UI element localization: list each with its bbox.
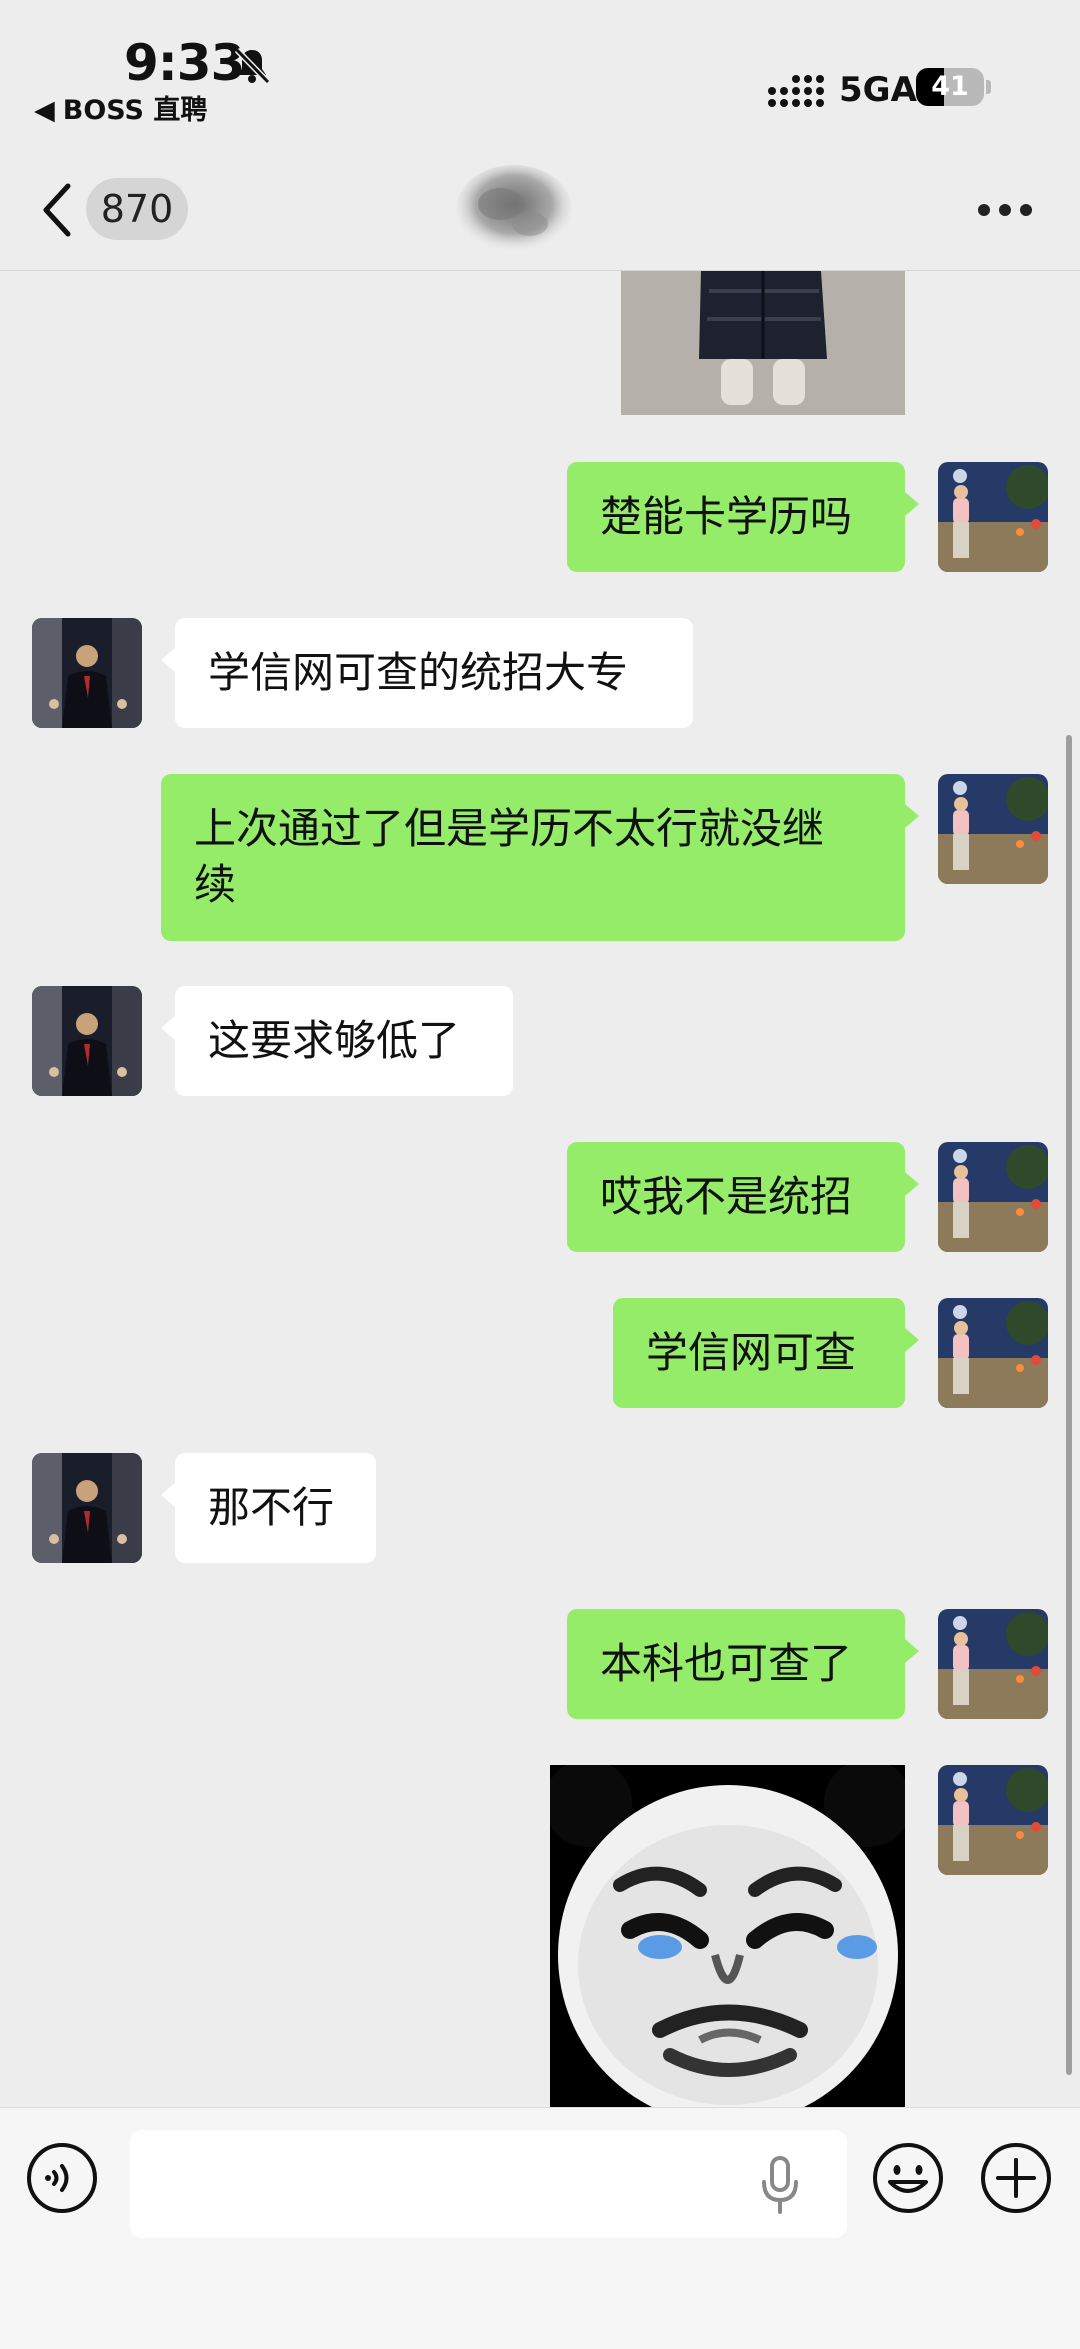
emoji-icon[interactable] bbox=[872, 2142, 944, 2214]
message-text: 上次通过了但是学历不太行就没继 续 bbox=[194, 804, 825, 909]
message-bubble-outgoing[interactable]: 本科也可查了 bbox=[567, 1609, 919, 1719]
message-bubble-incoming[interactable]: 这要求够低了 bbox=[161, 986, 513, 1096]
my-avatar[interactable] bbox=[938, 774, 1048, 884]
message-input[interactable] bbox=[130, 2130, 847, 2238]
photo-jacket-image bbox=[621, 271, 905, 415]
message-text: 哎我不是统招 bbox=[600, 1172, 853, 1221]
bell-slash-icon bbox=[234, 47, 271, 85]
message-image[interactable] bbox=[621, 271, 905, 415]
contact-title-avatar[interactable] bbox=[452, 154, 582, 264]
status-time: 9:33 bbox=[124, 34, 245, 92]
message-text: 学信网可查 bbox=[646, 1328, 857, 1377]
microphone-icon[interactable] bbox=[760, 2156, 800, 2214]
status-bar: 9:33 ◀ BOSS 直聘 5GA 41 bbox=[0, 0, 1080, 150]
input-bar bbox=[0, 2107, 1080, 2349]
panda-face-sticker[interactable] bbox=[544, 1759, 912, 2107]
back-triangle-icon: ◀ bbox=[34, 95, 55, 126]
message-text: 那不行 bbox=[208, 1483, 335, 1532]
battery-tip bbox=[986, 80, 991, 94]
plus-icon[interactable] bbox=[980, 2142, 1052, 2214]
contact-avatar[interactable] bbox=[32, 1453, 142, 1563]
message-text: 这要求够低了 bbox=[208, 1016, 461, 1065]
my-avatar[interactable] bbox=[938, 1765, 1048, 1875]
back-app-label: BOSS 直聘 bbox=[62, 95, 208, 126]
message-bubble-incoming[interactable]: 学信网可查的统招大专 bbox=[161, 618, 693, 728]
message-bubble-outgoing[interactable]: 楚能卡学历吗 bbox=[567, 462, 919, 572]
chat-scrollbar[interactable] bbox=[1066, 735, 1072, 2075]
unread-count-badge[interactable]: 870 bbox=[86, 178, 188, 240]
more-dots-icon[interactable] bbox=[978, 204, 1032, 218]
network-type: 5GA bbox=[839, 70, 917, 110]
back-chevron-icon[interactable] bbox=[38, 180, 78, 240]
battery-percent: 41 bbox=[931, 71, 969, 102]
back-to-app-link[interactable]: ◀ BOSS 直聘 bbox=[34, 88, 207, 127]
voice-icon[interactable] bbox=[26, 2142, 98, 2214]
battery-indicator: 41 bbox=[916, 68, 984, 106]
message-list[interactable]: 楚能卡学历吗 学信网可查的统招大专 上次通过了但是学历不太行就没继 续 这要求够… bbox=[0, 271, 1080, 2107]
signal-icon bbox=[768, 75, 824, 107]
my-avatar[interactable] bbox=[938, 1609, 1048, 1719]
my-avatar[interactable] bbox=[938, 1142, 1048, 1252]
message-text: 楚能卡学历吗 bbox=[600, 492, 853, 541]
message-bubble-outgoing[interactable]: 哎我不是统招 bbox=[567, 1142, 919, 1252]
my-avatar[interactable] bbox=[938, 1298, 1048, 1408]
my-avatar[interactable] bbox=[938, 462, 1048, 572]
message-bubble-outgoing[interactable]: 学信网可查 bbox=[613, 1298, 919, 1408]
message-text: 本科也可查了 bbox=[600, 1639, 853, 1688]
chat-header: 870 bbox=[0, 150, 1080, 271]
message-bubble-incoming[interactable]: 那不行 bbox=[161, 1453, 376, 1563]
message-text: 学信网可查的统招大专 bbox=[208, 648, 629, 697]
message-bubble-outgoing[interactable]: 上次通过了但是学历不太行就没继 续 bbox=[161, 774, 919, 941]
contact-avatar[interactable] bbox=[32, 986, 142, 1096]
contact-avatar[interactable] bbox=[32, 618, 142, 728]
